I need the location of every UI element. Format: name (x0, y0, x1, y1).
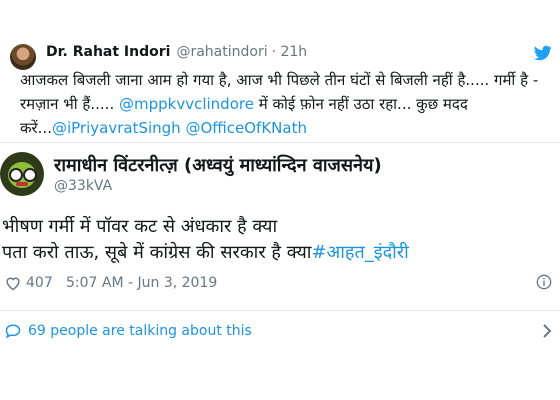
mention-link[interactable]: @mppkvvclindore (119, 95, 254, 113)
quoted-tweet[interactable]: Dr. Rahat Indori @rahatindori · 21h आजकल ब… (0, 0, 560, 143)
quoted-author-name[interactable]: Dr. Rahat Indori (46, 44, 170, 60)
author-avatar[interactable] (0, 152, 44, 196)
chevron-right-icon[interactable] (540, 323, 554, 339)
talking-about-row[interactable]: 69 people are talking about this (0, 310, 560, 351)
avatar-glasses-left (9, 168, 23, 182)
quoted-tweet-time[interactable]: · 21h (272, 44, 308, 60)
tweet-text: भीषण गर्मी में पॉवर कट से अंधकार है क्या… (2, 214, 552, 266)
hashtag-link[interactable]: #आहत_इंदौरी (311, 242, 408, 263)
quoted-author-handle[interactable]: @rahatindori (176, 44, 267, 60)
tweet-text-line-1: भीषण गर्मी में पॉवर कट से अंधकार है क्या (2, 216, 278, 237)
tweet-text-line-2: पता करो ताऊ, सूबे में कांग्रेस की सरकार … (2, 240, 552, 266)
heart-icon[interactable] (4, 275, 22, 291)
quoted-tweet-text: आजकल बिजली जाना आम हो गया है, आज भी पिछल… (20, 68, 550, 140)
tweet-timestamp[interactable]: 5:07 AM - Jun 3, 2019 (66, 275, 217, 291)
mention-link[interactable]: @iPriyavratSingh (52, 119, 181, 137)
quoted-tweet-header: Dr. Rahat Indori @rahatindori · 21h (46, 44, 307, 60)
author-handle[interactable]: @33kVA (54, 178, 112, 194)
speech-bubble-icon (5, 324, 21, 339)
mention-link[interactable]: @OfficeOfKNath (185, 119, 307, 137)
quoted-author-avatar[interactable] (10, 44, 36, 70)
author-name[interactable]: रामाधीन विंटरनीत्ज़ (अध्वयुं माध्यांन्दि… (54, 153, 382, 177)
avatar-mouth (16, 182, 28, 186)
twitter-bird-icon[interactable] (534, 44, 552, 62)
tweet-text-line-2-body: पता करो ताऊ, सूबे में कांग्रेस की सरकार … (2, 242, 312, 263)
info-icon[interactable] (536, 274, 552, 290)
talking-about-label[interactable]: 69 people are talking about this (28, 323, 252, 339)
tweet-meta: 407 5:07 AM - Jun 3, 2019 (0, 272, 560, 298)
like-count[interactable]: 407 (26, 275, 53, 291)
avatar-glasses-right (23, 168, 37, 182)
